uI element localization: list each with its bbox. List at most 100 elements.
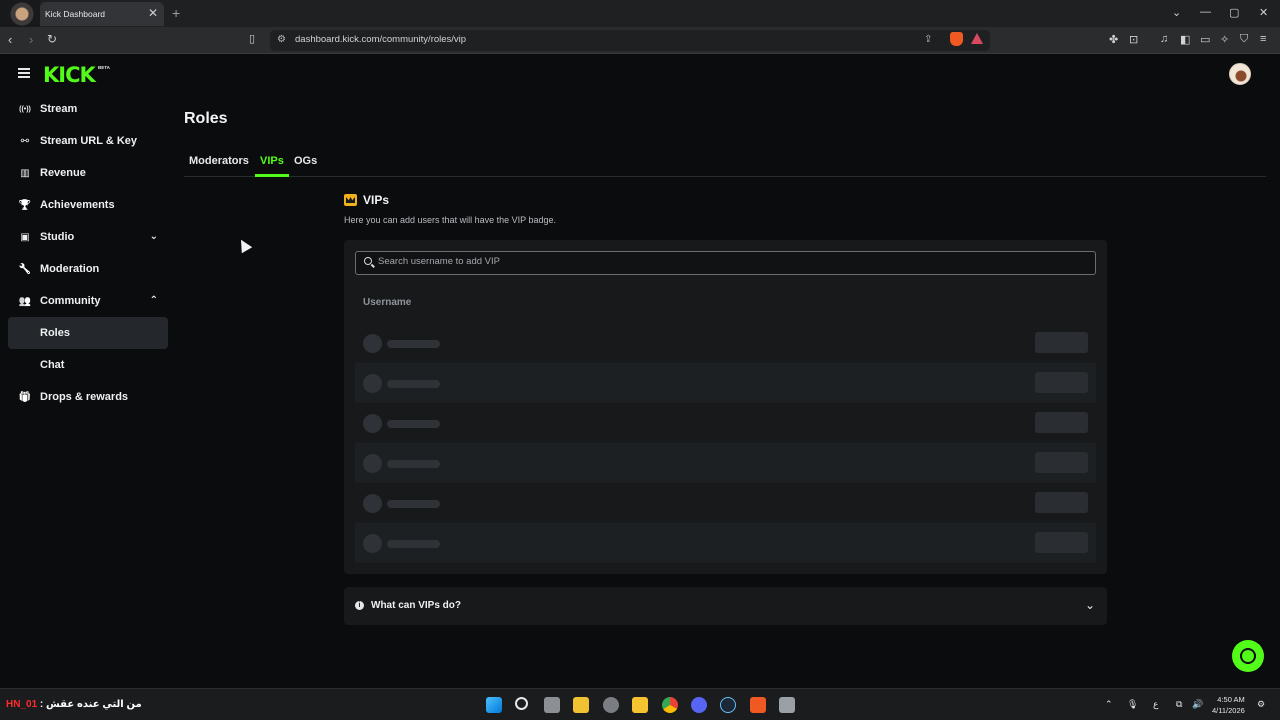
sidebar-item-label: Achievements — [40, 199, 115, 211]
start-icon[interactable] — [486, 697, 502, 713]
new-tab-button[interactable]: + — [172, 5, 180, 21]
skeleton-row — [355, 323, 1096, 363]
app-icon-2[interactable] — [779, 697, 795, 713]
skeleton-username — [387, 540, 440, 548]
store-icon[interactable] — [573, 697, 589, 713]
sidebar-item-label: Revenue — [40, 167, 86, 179]
volume-icon[interactable]: 🔊 — [1192, 699, 1203, 710]
hamburger-menu-icon[interactable] — [18, 68, 30, 78]
vpn-icon[interactable]: ⛉ — [1240, 33, 1248, 46]
clock-date: 4/11/2026 — [1212, 706, 1245, 715]
microphone-icon[interactable]: 🎙 — [1127, 699, 1138, 710]
discord-icon[interactable] — [691, 697, 707, 713]
skeleton-action — [1035, 452, 1088, 473]
sidebar-item-stream[interactable]: ((•)) Stream — [8, 93, 168, 125]
reload-icon[interactable]: ↻ — [47, 32, 57, 46]
sidebar-item-drops-rewards[interactable]: 🎁 Drops & rewards — [8, 381, 168, 413]
skeleton-username — [387, 340, 440, 348]
sidebar-item-stream-url-key[interactable]: ⚯ Stream URL & Key — [8, 125, 168, 157]
skeleton-avatar — [363, 494, 382, 513]
windows-taskbar: من التي عنده عقش : HN_01 ⌃ 🎙 ع ⧉ 🔊 4:50 … — [0, 688, 1280, 720]
steam-icon[interactable] — [720, 697, 736, 713]
maximize-button[interactable]: ▢ — [1229, 6, 1239, 19]
search-icon — [364, 257, 372, 265]
brave-rewards-icon[interactable] — [971, 33, 983, 44]
skeleton-action — [1035, 332, 1088, 353]
chrome-icon[interactable] — [662, 697, 678, 713]
chevron-down-icon: ⌄ — [149, 231, 158, 242]
file-explorer-icon[interactable] — [632, 697, 648, 713]
tray-expand-icon[interactable]: ⌃ — [1105, 699, 1113, 710]
skeleton-avatar — [363, 334, 382, 353]
search-icon[interactable] — [515, 697, 528, 710]
wallet-icon[interactable]: ▭ — [1200, 33, 1210, 46]
webcam-overlay — [0, 0, 40, 30]
sidebar-item-roles[interactable]: Roles — [8, 317, 168, 349]
skeleton-row — [355, 403, 1096, 443]
network-icon[interactable]: ⧉ — [1176, 699, 1182, 710]
tab-vips[interactable]: VIPs — [260, 155, 284, 167]
chart-icon: ▥ — [20, 167, 30, 179]
tab-ogs[interactable]: OGs — [294, 155, 317, 167]
faq-accordion[interactable]: i What can VIPs do? ⌄ — [344, 587, 1107, 625]
sidebar-item-label: Stream — [40, 103, 78, 115]
chevron-up-icon: ⌃ — [149, 295, 158, 306]
roles-tabs: Moderators VIPs OGs — [184, 146, 1266, 177]
url-field[interactable]: ⚙ dashboard.kick.com/community/roles/vip… — [270, 30, 990, 51]
share-icon[interactable]: ⇪ — [924, 34, 932, 45]
app-icon[interactable] — [603, 697, 619, 713]
brave-icon[interactable] — [750, 697, 766, 713]
notifications-icon[interactable]: ⚙ — [1257, 699, 1265, 710]
search-box[interactable] — [355, 251, 1096, 275]
brave-shields-icon[interactable] — [950, 32, 963, 46]
sidebar-item-studio[interactable]: ▣ Studio ⌄ — [8, 221, 168, 253]
skeleton-username — [387, 460, 440, 468]
section-description: Here you can add users that will have th… — [344, 215, 556, 225]
task-view-icon[interactable] — [544, 697, 560, 713]
forward-icon[interactable]: › — [29, 32, 33, 47]
back-icon[interactable]: ‹ — [8, 32, 12, 47]
broadcast-icon: ((•)) — [19, 105, 31, 113]
menu-icon[interactable]: ≡ — [1260, 33, 1266, 45]
sidebar-toggle-icon[interactable]: ◧ — [1180, 33, 1190, 46]
sidebar-item-moderation[interactable]: 🔧 Moderation — [8, 253, 168, 285]
ticker-tag: HN_01 — [6, 699, 38, 710]
bookmark-icon[interactable]: ▯ — [249, 32, 255, 45]
trophy-icon: 🏆 — [18, 199, 32, 211]
crown-icon — [344, 194, 357, 206]
sidebar-item-community[interactable]: 👥 Community ⌃ — [8, 285, 168, 317]
close-window-button[interactable]: ✕ — [1259, 6, 1268, 19]
vip-list-panel: Username — [344, 240, 1107, 574]
language-indicator[interactable]: ع — [1153, 699, 1158, 710]
leo-ai-icon[interactable]: ✧ — [1220, 33, 1229, 46]
link-icon: ⚯ — [20, 135, 30, 147]
browser-tab-title: Kick Dashboard — [45, 9, 106, 19]
sidebar: ((•)) Stream ⚯ Stream URL & Key ▥ Revenu… — [8, 93, 168, 413]
skeleton-action — [1035, 372, 1088, 393]
tab-moderators[interactable]: Moderators — [189, 155, 249, 167]
help-chat-button[interactable] — [1232, 640, 1264, 672]
sidebar-item-revenue[interactable]: ▥ Revenue — [8, 157, 168, 189]
music-icon[interactable]: ♫ — [1160, 33, 1168, 45]
search-input[interactable] — [378, 256, 1078, 267]
address-bar-row: ‹ › ↻ ▯ ⚙ dashboard.kick.com/community/r… — [0, 27, 1280, 54]
sidebar-item-chat[interactable]: Chat — [8, 349, 168, 381]
sidebar-item-achievements[interactable]: 🏆 Achievements — [8, 189, 168, 221]
screenshot-icon[interactable]: ⊡ — [1129, 33, 1138, 46]
user-avatar[interactable] — [1229, 63, 1251, 85]
page-title: Roles — [184, 110, 228, 127]
active-tab-indicator — [255, 174, 289, 177]
extensions-icon[interactable]: ✤ — [1109, 33, 1118, 46]
close-tab-icon[interactable]: ✕ — [148, 6, 158, 20]
skeleton-row — [355, 523, 1096, 563]
clock[interactable]: 4:50 AM 4/11/2026 — [1212, 694, 1245, 716]
sidebar-item-label: Drops & rewards — [40, 391, 129, 403]
minimize-button[interactable]: — — [1200, 6, 1211, 18]
kick-logo[interactable]: KICK — [43, 63, 96, 87]
skeleton-username — [387, 420, 440, 428]
site-settings-icon[interactable]: ⚙ — [277, 34, 286, 45]
tab-search-icon[interactable]: ⌄ — [1172, 6, 1181, 19]
info-icon: i — [355, 601, 364, 610]
monitor-icon: ▣ — [20, 231, 30, 243]
browser-tab[interactable]: Kick Dashboard ✕ — [40, 2, 164, 26]
